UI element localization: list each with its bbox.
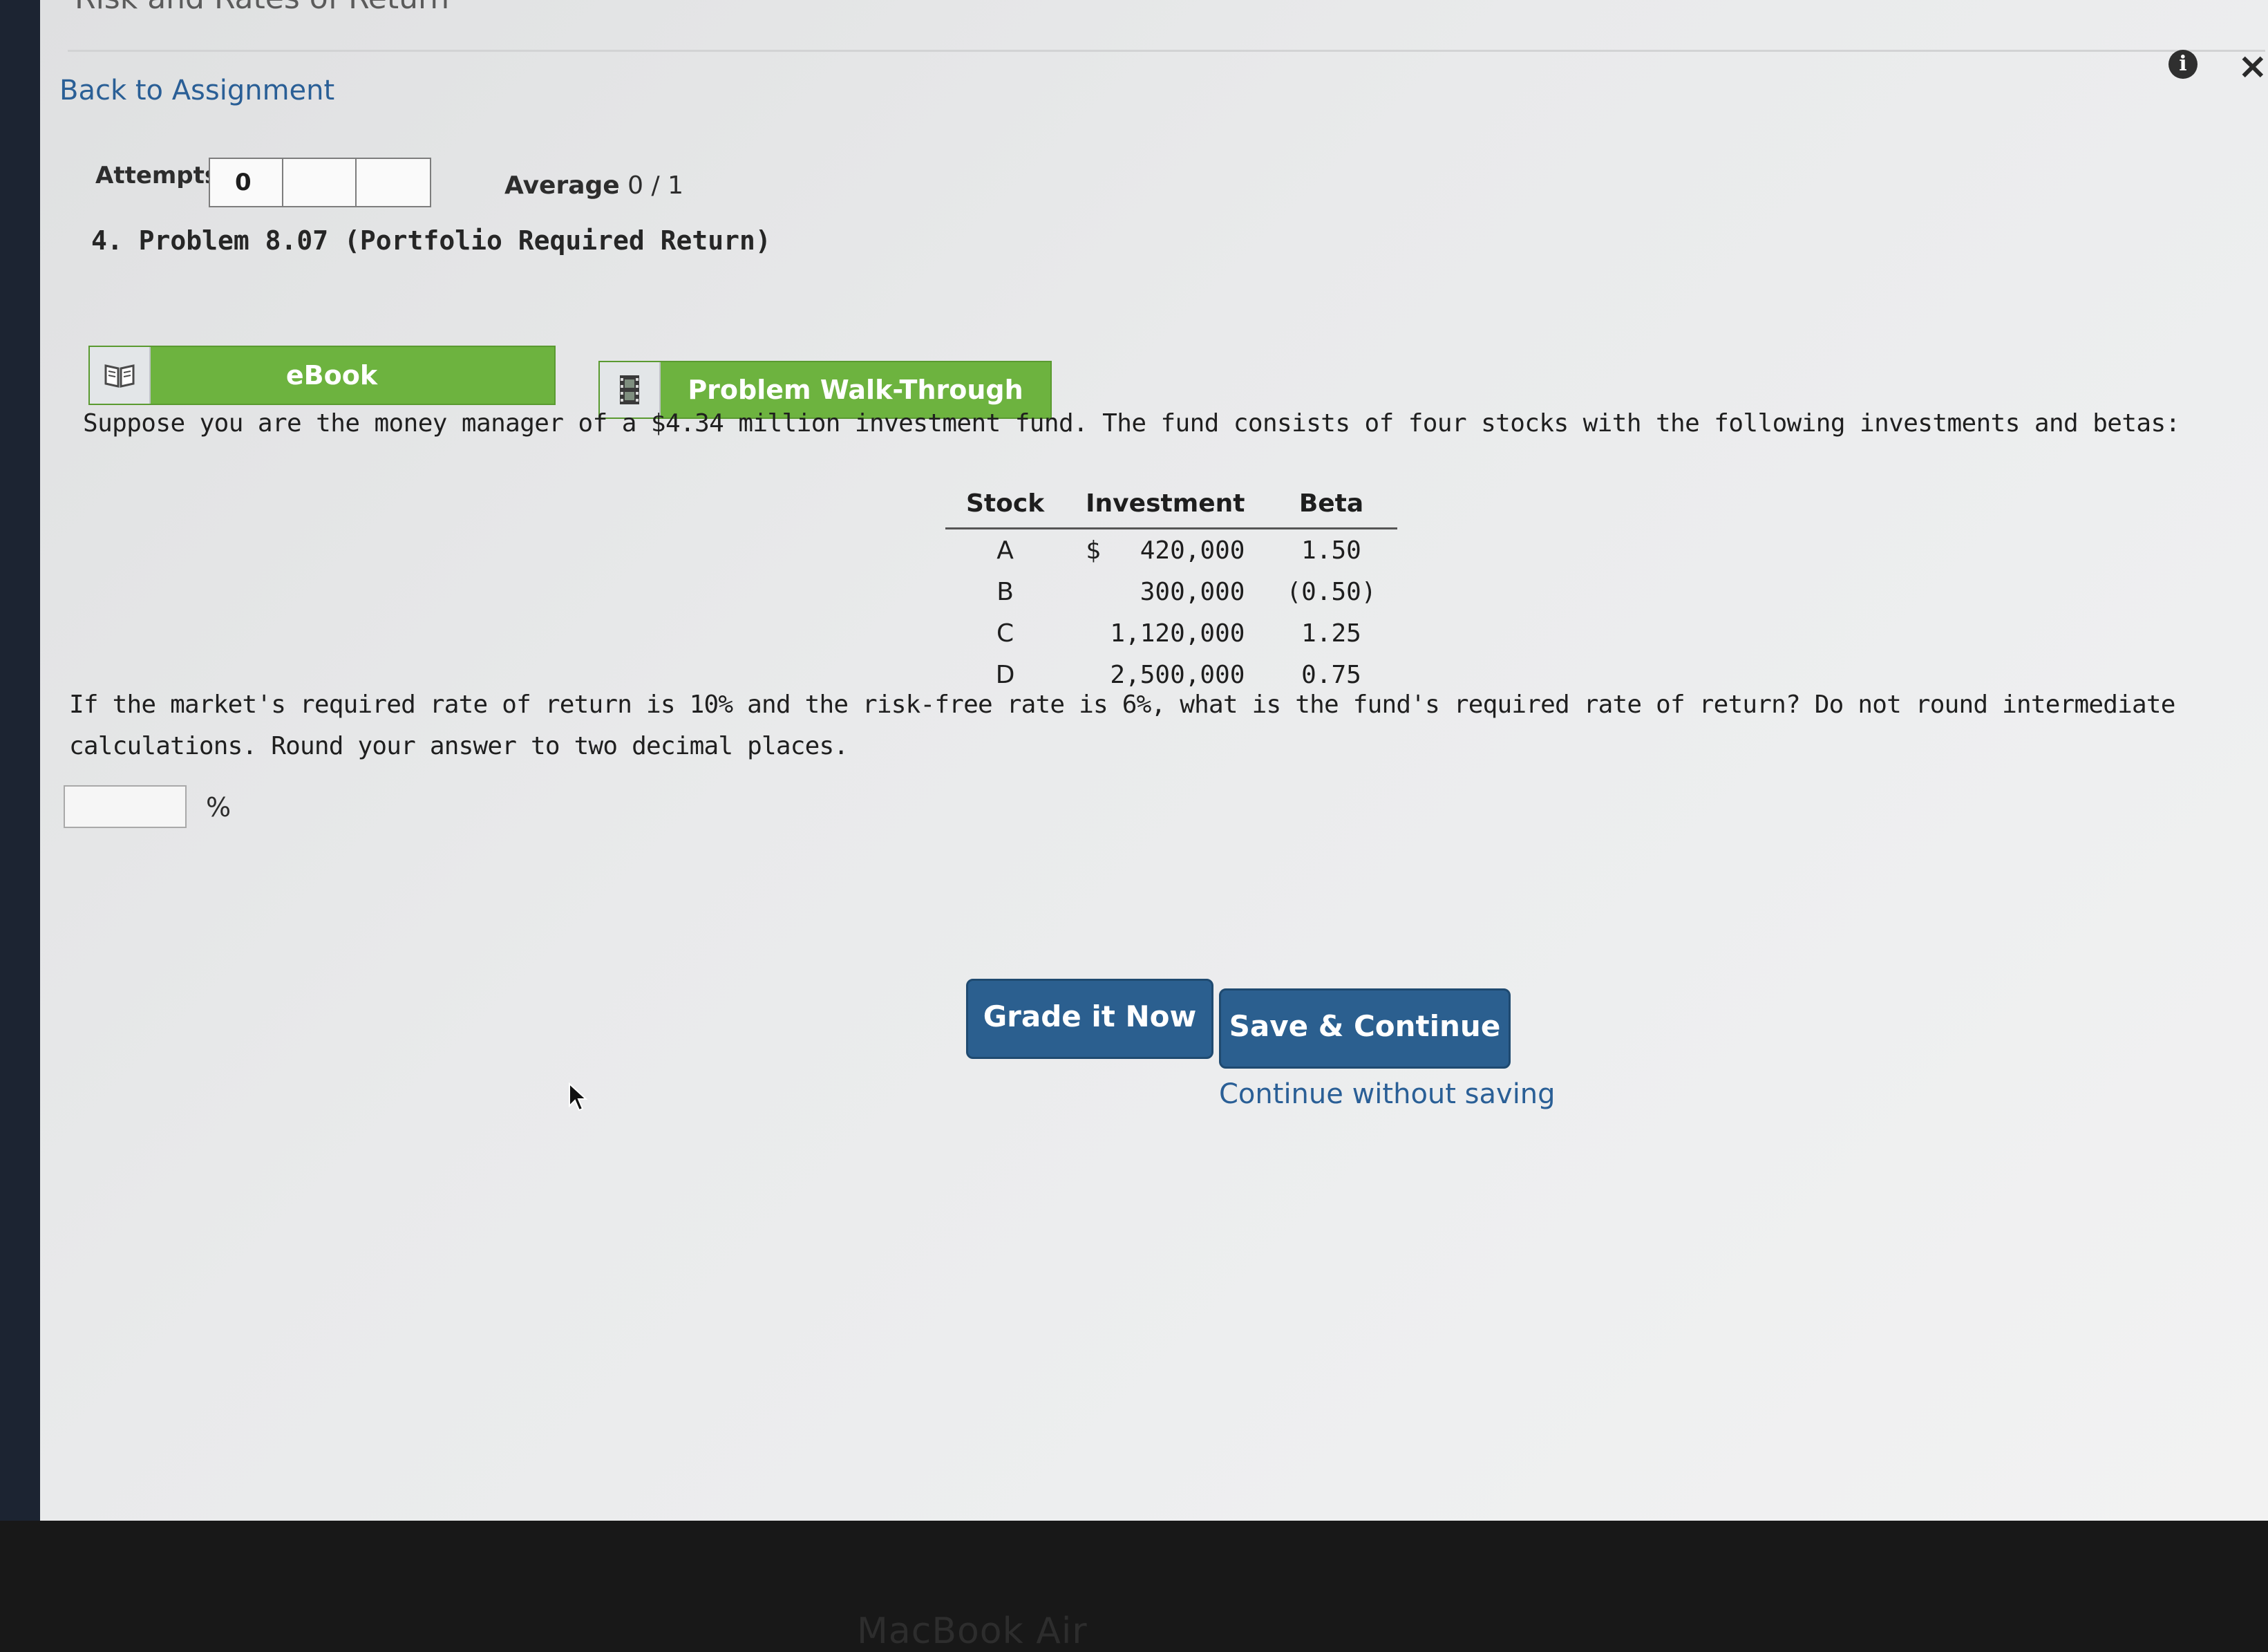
attempt-box <box>283 159 357 206</box>
header-divider <box>68 50 2265 52</box>
device-label: MacBook Air <box>857 1611 1088 1652</box>
investment-value: 420,000 <box>1140 536 1245 565</box>
average-score: Average 0 / 1 <box>504 171 683 200</box>
investment-cell: $420,000 <box>1065 529 1265 572</box>
browser-viewport: Risk and Rates of Return i × Back to Ass… <box>40 0 2268 1521</box>
table-row: A $420,000 1.50 <box>945 529 1397 572</box>
ebook-button[interactable]: eBook <box>88 346 556 405</box>
attempt-boxes: 0 <box>209 158 431 207</box>
save-and-continue-button[interactable]: Save & Continue <box>1219 988 1511 1069</box>
column-header-beta: Beta <box>1265 487 1397 529</box>
investment-value: 1,120,000 <box>1110 619 1245 648</box>
mouse-cursor-icon <box>568 1082 589 1116</box>
percent-unit: % <box>206 792 231 823</box>
answer-input[interactable] <box>64 785 187 828</box>
column-header-investment: Investment <box>1065 487 1266 529</box>
problem-question: If the market's required rate of return … <box>69 691 2175 760</box>
column-header-stock: Stock <box>945 487 1066 529</box>
problem-intro: Suppose you are the money manager of a $… <box>83 409 2180 438</box>
walkthrough-label: Problem Walk-Through <box>688 375 1023 405</box>
assignment-title: Risk and Rates of Return <box>75 0 449 16</box>
stock-cell: A <box>996 536 1014 565</box>
close-icon[interactable]: × <box>2238 46 2268 87</box>
stock-cell: B <box>996 577 1014 606</box>
screen-bezel <box>0 0 40 1521</box>
beta-cell: 1.50 <box>1301 536 1361 565</box>
problem-title: 4. Problem 8.07 (Portfolio Required Retu… <box>91 225 771 256</box>
attempt-box: 0 <box>210 159 283 206</box>
stock-cell: C <box>996 619 1014 648</box>
average-value: 0 / 1 <box>627 171 683 200</box>
back-to-assignment-link[interactable]: Back to Assignment <box>59 75 334 106</box>
currency-symbol: $ <box>1086 536 1101 565</box>
table-row: B 300,000 (0.50) <box>945 571 1397 612</box>
beta-cell: 1.25 <box>1301 619 1361 648</box>
table-header-row: Stock Investment Beta <box>945 487 1397 529</box>
investment-cell: 300,000 <box>1065 571 1265 612</box>
investment-value: 300,000 <box>1140 577 1245 606</box>
continue-without-saving-link[interactable]: Continue without saving <box>1219 1078 1556 1110</box>
info-icon[interactable]: i <box>2168 50 2198 79</box>
stock-table: Stock Investment Beta A $420,000 1.50 B … <box>945 487 1397 695</box>
ebook-label: eBook <box>285 360 378 391</box>
book-icon <box>90 347 151 404</box>
table-row: C 1,120,000 1.25 <box>945 612 1397 654</box>
grade-it-now-button[interactable]: Grade it Now <box>966 979 1213 1059</box>
investment-cell: 1,120,000 <box>1065 612 1265 654</box>
attempts-label: Attempts <box>95 162 219 189</box>
average-label: Average <box>504 171 620 200</box>
attempt-box <box>357 159 430 206</box>
beta-cell: (0.50) <box>1286 577 1377 606</box>
